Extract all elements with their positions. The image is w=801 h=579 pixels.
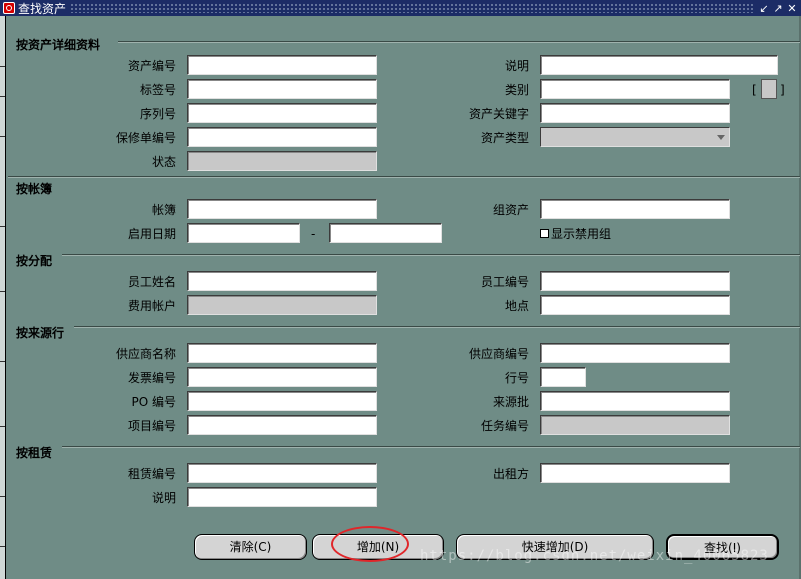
group-asset-field[interactable] bbox=[540, 199, 730, 219]
label-warranty-number: 保修单编号 bbox=[115, 131, 176, 145]
source-batch-field[interactable] bbox=[540, 391, 730, 411]
flexfield-button[interactable] bbox=[761, 79, 777, 99]
label-project-number: 项目编号 bbox=[127, 419, 176, 433]
label-task-number: 任务编号 bbox=[480, 419, 529, 433]
label-employee-name: 员工姓名 bbox=[127, 275, 176, 289]
label-lessor: 出租方 bbox=[492, 467, 529, 481]
label-serial-number: 序列号 bbox=[139, 107, 176, 121]
window-titlebar[interactable]: 查找资产 ↙ ↗ ✕ bbox=[0, 0, 801, 16]
label-description: 说明 bbox=[504, 59, 529, 73]
clear-button[interactable]: 清除(C) bbox=[194, 534, 307, 560]
separator bbox=[118, 41, 800, 43]
employee-name-field[interactable] bbox=[187, 271, 377, 291]
separator bbox=[62, 446, 800, 448]
tag-number-field[interactable] bbox=[187, 79, 377, 99]
label-tag-number: 标签号 bbox=[139, 83, 176, 97]
date-in-service-from-field[interactable] bbox=[187, 223, 300, 243]
label-employee-number: 员工编号 bbox=[480, 275, 529, 289]
location-field[interactable] bbox=[540, 295, 730, 315]
section-title-lease: 按租赁 bbox=[16, 446, 53, 460]
add-button[interactable]: 增加(N) bbox=[312, 534, 444, 560]
section-title-asset-details: 按资产详细资料 bbox=[16, 38, 101, 52]
description-field[interactable] bbox=[540, 55, 778, 75]
section-title-book: 按帐簿 bbox=[16, 182, 53, 196]
bracket-close: ] bbox=[780, 83, 785, 97]
label-date-in-service: 启用日期 bbox=[127, 227, 176, 241]
label-group-asset: 组资产 bbox=[492, 203, 529, 217]
find-button[interactable]: 查找(I) bbox=[666, 534, 779, 560]
label-status: 状态 bbox=[151, 155, 176, 169]
label-expense-account: 费用帐户 bbox=[127, 299, 176, 313]
window-title: 查找资产 bbox=[18, 1, 67, 16]
maximize-icon[interactable]: ↗ bbox=[773, 2, 783, 15]
left-edge-strip bbox=[0, 16, 6, 579]
separator bbox=[62, 254, 800, 256]
label-category: 类别 bbox=[504, 83, 529, 97]
show-disabled-groups-checkbox[interactable]: 显示禁用组 bbox=[540, 225, 611, 241]
employee-number-field[interactable] bbox=[540, 271, 730, 291]
label-location: 地点 bbox=[504, 299, 529, 313]
titlebar-pattern bbox=[70, 3, 755, 13]
supplier-name-field[interactable] bbox=[187, 343, 377, 363]
project-number-field[interactable] bbox=[187, 415, 377, 435]
task-number-field bbox=[540, 415, 730, 435]
label-book: 帐簿 bbox=[151, 203, 176, 217]
checkbox-icon[interactable] bbox=[540, 228, 549, 238]
label-lease-description: 说明 bbox=[151, 491, 176, 505]
label-asset-number: 资产编号 bbox=[127, 59, 176, 73]
label-po-number: PO 编号 bbox=[131, 395, 177, 409]
serial-number-field[interactable] bbox=[187, 103, 377, 123]
category-field[interactable] bbox=[540, 79, 730, 99]
label-supplier-number: 供应商编号 bbox=[468, 347, 529, 361]
asset-key-field[interactable] bbox=[540, 103, 730, 123]
lessor-field[interactable] bbox=[540, 463, 730, 483]
supplier-number-field[interactable] bbox=[540, 343, 730, 363]
section-title-source-lines: 按来源行 bbox=[16, 326, 65, 340]
quick-add-button[interactable]: 快速增加(D) bbox=[456, 534, 654, 560]
lease-description-field[interactable] bbox=[187, 487, 377, 507]
book-field[interactable] bbox=[187, 199, 377, 219]
label-line-number: 行号 bbox=[504, 371, 529, 385]
lease-number-field[interactable] bbox=[187, 463, 377, 483]
asset-type-select[interactable] bbox=[540, 127, 730, 147]
status-field bbox=[187, 151, 377, 171]
label-supplier-name: 供应商名称 bbox=[115, 347, 176, 361]
asset-number-field[interactable] bbox=[187, 55, 377, 75]
show-disabled-groups-label: 显示禁用组 bbox=[551, 226, 612, 241]
invoice-number-field[interactable] bbox=[187, 367, 377, 387]
line-number-field[interactable] bbox=[540, 367, 586, 387]
label-source-batch: 来源批 bbox=[492, 395, 529, 409]
po-number-field[interactable] bbox=[187, 391, 377, 411]
close-icon[interactable]: ✕ bbox=[787, 2, 797, 15]
oracle-app-icon bbox=[3, 2, 15, 14]
separator bbox=[74, 326, 800, 328]
separator bbox=[8, 176, 800, 178]
label-invoice-number: 发票编号 bbox=[127, 371, 176, 385]
expense-account-field bbox=[187, 295, 377, 315]
section-title-assignment: 按分配 bbox=[16, 254, 53, 268]
warranty-number-field[interactable] bbox=[187, 127, 377, 147]
label-lease-number: 租赁编号 bbox=[127, 467, 176, 481]
bracket-open: [ bbox=[752, 83, 757, 97]
date-in-service-to-field[interactable] bbox=[329, 223, 442, 243]
date-range-dash: - bbox=[311, 227, 316, 241]
chevron-down-icon bbox=[717, 135, 725, 140]
minimize-icon[interactable]: ↙ bbox=[759, 2, 769, 15]
label-asset-key: 资产关键字 bbox=[468, 107, 529, 121]
label-asset-type: 资产类型 bbox=[480, 131, 529, 145]
